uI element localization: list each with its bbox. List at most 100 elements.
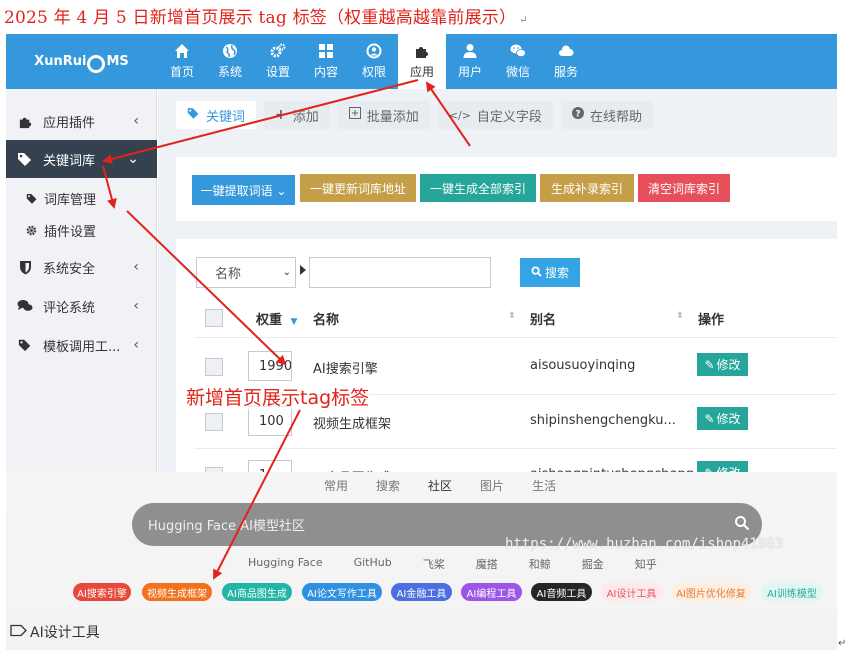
main-content: 关键词 + 添加 批量添加 </> 自定义字段 ? 在线帮助 一键提取词语 ⌄ …: [158, 89, 837, 490]
generate-supplement-index-button[interactable]: 生成补录索引: [540, 174, 634, 202]
puzzle-icon: [17, 114, 33, 129]
tag-pill[interactable]: AI设计工具: [601, 583, 662, 601]
clear-lexicon-index-button[interactable]: 清空词库索引: [638, 174, 730, 202]
tags-icon: [26, 193, 38, 204]
search-icon: [531, 265, 542, 280]
category-tab[interactable]: 生活: [532, 477, 556, 494]
plus-icon: +: [275, 107, 287, 123]
tags-icon: [17, 152, 33, 166]
search-button[interactable]: 搜索: [520, 258, 580, 287]
sidebar-item-template-tools[interactable]: 模板调用工... ‹: [6, 326, 157, 364]
community-link[interactable]: 和鲸: [529, 556, 551, 572]
weight-input[interactable]: 1990: [248, 351, 292, 381]
community-link[interactable]: GitHub: [354, 556, 392, 572]
sidebar-sub-label: 词库管理: [44, 192, 97, 208]
header-label: 权重: [256, 313, 283, 328]
puzzle-icon: [414, 43, 430, 59]
nav-service-label: 服务: [553, 65, 578, 79]
chevron-left-icon: ‹: [133, 259, 139, 275]
category-tab[interactable]: 图片: [480, 477, 504, 494]
nav-system[interactable]: 系统: [206, 34, 254, 89]
paragraph-mark: ↵: [519, 15, 528, 26]
sort-icon[interactable]: ⬍: [508, 311, 516, 321]
community-link[interactable]: 掘金: [582, 556, 604, 572]
header-divider: [194, 337, 837, 338]
category-tab-active[interactable]: 社区: [428, 477, 452, 494]
nav-home-label: 首页: [169, 65, 194, 79]
sidebar-item-label: 评论系统: [43, 300, 96, 316]
button-label: 一键生成全部索引: [429, 181, 526, 196]
edit-button[interactable]: ✎修改: [697, 353, 748, 376]
tag-pill[interactable]: AI图片优化修复: [671, 583, 751, 601]
nav-settings[interactable]: 设置: [254, 34, 302, 89]
keyword-alias: shipinshengchengku...: [530, 413, 676, 428]
document-heading: 2025 年 4 月 5 日新增首页展示 tag 标签（权重越高越靠前展示） ↵: [4, 3, 528, 28]
keyword-alias: aisousuoyinqing: [530, 358, 636, 373]
generate-all-index-button[interactable]: 一键生成全部索引: [420, 174, 536, 202]
row-divider: [194, 448, 837, 449]
tag-pill[interactable]: AI金融工具: [391, 583, 452, 601]
tag-pill[interactable]: AI商品图生成: [222, 583, 292, 601]
tag-pill-label: AI金融工具: [396, 588, 447, 600]
community-link[interactable]: 知乎: [635, 556, 657, 572]
logo-text-left: XunRui: [34, 54, 87, 69]
search-input[interactable]: [309, 257, 491, 288]
sidebar-item-security[interactable]: 系统安全 ‹: [6, 248, 157, 286]
tag-pill[interactable]: AI音频工具: [531, 583, 592, 601]
site-search-placeholder: Hugging Face AI模型社区: [148, 519, 306, 534]
nav-content[interactable]: 内容: [302, 34, 350, 89]
sidebar-item-comments[interactable]: 评论系统 ‹: [6, 287, 157, 325]
sort-icon[interactable]: ⬍: [676, 311, 684, 321]
nav-wechat[interactable]: 微信: [494, 34, 542, 89]
tag-pill[interactable]: AI搜索引擎: [73, 583, 131, 601]
section-heading-text: AI设计工具: [30, 625, 100, 641]
sidebar-sub-lexicon-manage[interactable]: 词库管理: [6, 183, 157, 213]
weight-input[interactable]: 100: [248, 406, 292, 436]
select-all-checkbox[interactable]: [205, 309, 223, 327]
document-heading-text: 2025 年 4 月 5 日新增首页展示 tag 标签（权重越高越靠前展示）: [4, 8, 517, 28]
keyword-name: AI搜索引擎: [313, 362, 378, 377]
category-tab[interactable]: 常用: [324, 477, 348, 494]
tab-batch-add[interactable]: 批量添加: [337, 101, 430, 129]
cloud-icon: [558, 43, 574, 59]
caret-right-icon: [300, 265, 306, 275]
paragraph-mark: ↵: [838, 638, 847, 649]
tag-pill[interactable]: AI编程工具: [461, 583, 522, 601]
edit-icon: ✎: [704, 411, 715, 426]
search-icon[interactable]: [734, 515, 750, 535]
sidebar-item-app-plugins[interactable]: 应用插件 ‹: [6, 102, 157, 140]
search-field-select[interactable]: 名称 ⌄: [196, 257, 296, 288]
tab-online-help[interactable]: ? 在线帮助: [560, 101, 653, 129]
nav-users[interactable]: 用户: [446, 34, 494, 89]
row-checkbox[interactable]: [205, 413, 223, 431]
row-checkbox[interactable]: [205, 358, 223, 376]
tab-keywords[interactable]: 关键词: [176, 101, 257, 129]
tab-label: 添加: [292, 109, 319, 125]
nav-service[interactable]: 服务: [542, 34, 590, 89]
community-link[interactable]: 魔搭: [476, 556, 498, 572]
page-tabs: 关键词 + 添加 批量添加 </> 自定义字段 ? 在线帮助: [176, 101, 653, 129]
tab-add[interactable]: + 添加: [264, 101, 330, 129]
tag-pill-label: 视频生成框架: [147, 588, 207, 600]
category-tab[interactable]: 搜索: [376, 477, 400, 494]
tag-pill[interactable]: AI论文写作工具: [302, 583, 382, 601]
section-heading-ai-design[interactable]: AI设计工具: [10, 622, 100, 642]
nav-home[interactable]: 首页: [158, 34, 206, 89]
column-header-weight[interactable]: 权重 ▼: [256, 309, 297, 328]
brand-logo[interactable]: XunRui MS: [6, 34, 157, 89]
tag-pill[interactable]: 视频生成框架: [142, 583, 212, 601]
edit-button[interactable]: ✎修改: [697, 407, 748, 430]
nav-permission[interactable]: 权限: [350, 34, 398, 89]
tag-pill[interactable]: AI训练模型: [761, 583, 823, 601]
update-lexicon-url-button[interactable]: 一键更新词库地址: [300, 174, 416, 202]
button-label: 生成补录索引: [550, 181, 623, 196]
tab-custom-fields[interactable]: </> 自定义字段: [437, 101, 553, 129]
nav-apps[interactable]: 应用: [398, 34, 446, 89]
nav-settings-label: 设置: [265, 65, 290, 79]
community-link[interactable]: 飞桨: [423, 556, 445, 572]
community-link[interactable]: Hugging Face: [248, 556, 323, 572]
extract-words-button[interactable]: 一键提取词语 ⌄: [192, 175, 295, 205]
nav-users-label: 用户: [457, 65, 482, 79]
sidebar-sub-plugin-settings[interactable]: 插件设置: [6, 215, 157, 245]
sidebar-item-keyword-library[interactable]: 关键词库 ⌄: [6, 140, 157, 178]
